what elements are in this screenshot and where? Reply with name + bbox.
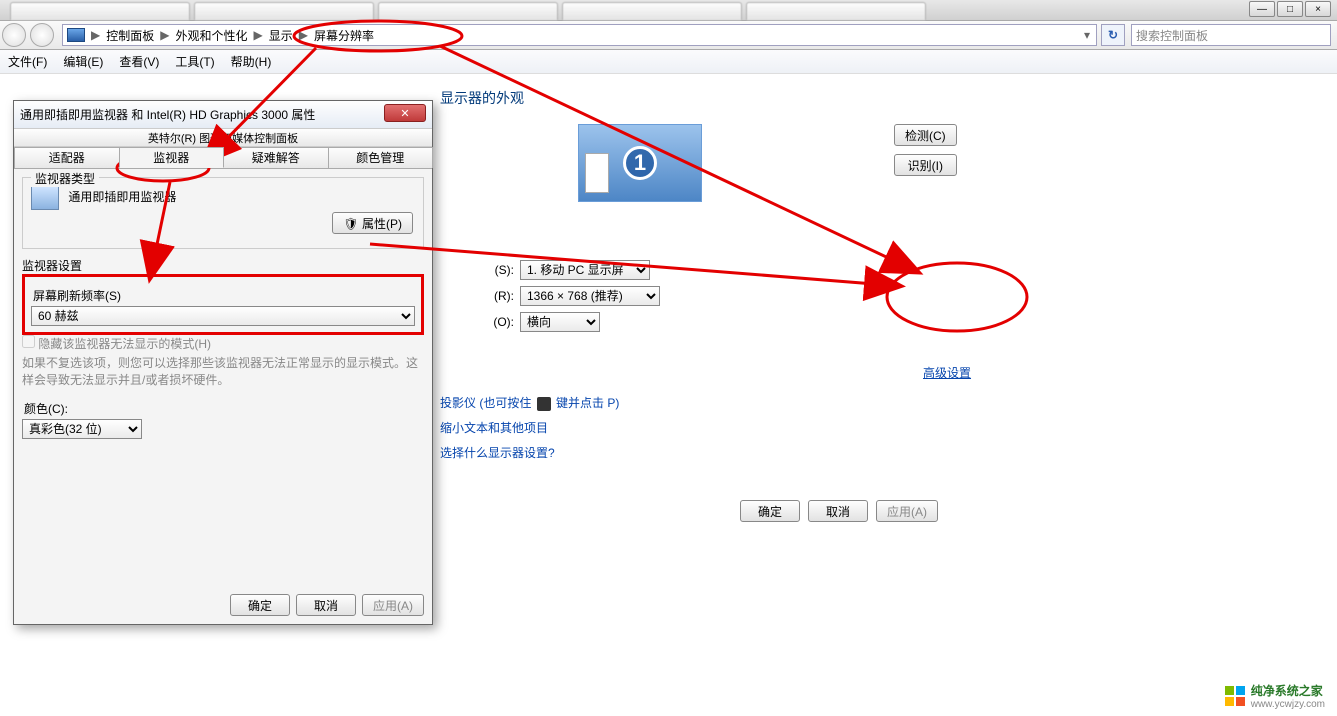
projector-link[interactable]: 投影仪 (也可按住 键并点击 P) bbox=[440, 394, 619, 411]
breadcrumb-seg[interactable]: 屏幕分辨率 bbox=[310, 27, 378, 44]
hide-modes-note: 如果不复选该项，则您可以选择那些该监视器无法正常显示的显示模式。这样会导致无法显… bbox=[22, 354, 424, 388]
intel-graphics-link[interactable]: 英特尔(R) 图形和媒体控制面板 bbox=[14, 129, 432, 147]
browser-tab[interactable] bbox=[10, 2, 190, 20]
nav-forward-icon[interactable] bbox=[30, 23, 54, 47]
orientation-select[interactable]: 横向 bbox=[520, 312, 600, 332]
color-depth-label: 颜色(C): bbox=[24, 400, 422, 417]
address-row: ▶ 控制面板 ▶ 外观和个性化 ▶ 显示 ▶ 屏幕分辨率 ▾ ↻ 搜索控制面板 bbox=[0, 20, 1337, 50]
window-controls: — □ × bbox=[1249, 1, 1331, 17]
display-select[interactable]: 1. 移动 PC 显示屏 bbox=[520, 260, 650, 280]
max-button[interactable]: □ bbox=[1277, 1, 1303, 17]
textsize-link[interactable]: 缩小文本和其他项目 bbox=[440, 419, 619, 436]
display-label: (S): bbox=[440, 263, 520, 277]
close-button[interactable]: × bbox=[1305, 1, 1331, 17]
chevron-right-icon: ▶ bbox=[297, 28, 310, 42]
menu-edit[interactable]: 编辑(E) bbox=[63, 53, 103, 70]
win-key-icon bbox=[537, 397, 551, 411]
cancel-button[interactable]: 取消 bbox=[808, 500, 868, 522]
dialog-cancel-button[interactable]: 取消 bbox=[296, 594, 356, 616]
dialog-apply-button[interactable]: 应用(A) bbox=[362, 594, 424, 616]
monitor-properties-button[interactable]: 🛡 属性(P) bbox=[332, 212, 413, 234]
ok-button[interactable]: 确定 bbox=[740, 500, 800, 522]
nav-back-icon[interactable] bbox=[2, 23, 26, 47]
breadcrumb-seg[interactable]: 显示 bbox=[265, 27, 297, 44]
dialog-close-button[interactable]: ✕ bbox=[384, 104, 426, 122]
menu-tools[interactable]: 工具(T) bbox=[175, 53, 214, 70]
browser-tab[interactable] bbox=[746, 2, 926, 20]
browser-tab[interactable] bbox=[194, 2, 374, 20]
display-preview[interactable]: 1 bbox=[578, 124, 702, 202]
link-list: 投影仪 (也可按住 键并点击 P) 缩小文本和其他项目 选择什么显示器设置? bbox=[440, 394, 619, 461]
identify-button[interactable]: 识别(I) bbox=[894, 154, 957, 176]
monitor-icon bbox=[31, 186, 59, 210]
menu-view[interactable]: 查看(V) bbox=[119, 53, 159, 70]
orientation-label: (O): bbox=[440, 315, 520, 329]
detect-button[interactable]: 检测(C) bbox=[894, 124, 957, 146]
monitor-type-legend: 监视器类型 bbox=[31, 170, 99, 187]
menu-help[interactable]: 帮助(H) bbox=[231, 53, 272, 70]
monitor-name: 通用即插即用监视器 bbox=[68, 190, 176, 204]
resolution-label: (R): bbox=[440, 289, 520, 303]
refresh-icon[interactable]: ↻ bbox=[1101, 24, 1125, 46]
page-title: 显示器的外观 bbox=[440, 88, 524, 108]
tab-monitor[interactable]: 监视器 bbox=[119, 147, 225, 168]
menu-bar: 文件(F) 编辑(E) 查看(V) 工具(T) 帮助(H) bbox=[0, 50, 1337, 74]
browser-tab[interactable] bbox=[562, 2, 742, 20]
refresh-rate-highlight: 屏幕刷新频率(S) 60 赫兹 bbox=[22, 274, 424, 335]
apply-button[interactable]: 应用(A) bbox=[876, 500, 938, 522]
advanced-settings-link[interactable]: 高级设置 bbox=[923, 364, 971, 381]
chevron-right-icon: ▶ bbox=[158, 28, 171, 42]
whichdisplay-link[interactable]: 选择什么显示器设置? bbox=[440, 444, 619, 461]
tab-troubleshoot[interactable]: 疑难解答 bbox=[223, 147, 329, 168]
tab-colormgmt[interactable]: 颜色管理 bbox=[328, 147, 434, 168]
hide-modes-checkbox[interactable]: 隐藏该监视器无法显示的模式(H) bbox=[22, 337, 211, 351]
preview-display-number: 1 bbox=[623, 146, 657, 180]
watermark-brand: 纯净系统之家 bbox=[1251, 684, 1323, 698]
color-depth-select[interactable]: 真彩色(32 位) bbox=[22, 419, 142, 439]
chevron-right-icon: ▶ bbox=[252, 28, 265, 42]
watermark-url: www.ycwjzy.com bbox=[1251, 699, 1325, 710]
monitor-properties-dialog: 通用即插即用监视器 和 Intel(R) HD Graphics 3000 属性… bbox=[13, 100, 433, 625]
browser-tabstrip bbox=[0, 0, 1337, 20]
dialog-tabs: 适配器 监视器 疑难解答 颜色管理 bbox=[14, 147, 432, 169]
browser-tab[interactable] bbox=[378, 2, 558, 20]
dropdown-icon[interactable]: ▾ bbox=[1082, 28, 1092, 42]
search-input[interactable]: 搜索控制面板 bbox=[1131, 24, 1331, 46]
breadcrumb-bar[interactable]: ▶ 控制面板 ▶ 外观和个性化 ▶ 显示 ▶ 屏幕分辨率 ▾ bbox=[62, 24, 1097, 46]
watermark: 纯净系统之家 www.ycwjzy.com bbox=[1225, 682, 1325, 710]
control-panel-icon bbox=[67, 28, 85, 42]
resolution-select[interactable]: 1366 × 768 (推荐) bbox=[520, 286, 660, 306]
min-button[interactable]: — bbox=[1249, 1, 1275, 17]
refresh-rate-select[interactable]: 60 赫兹 bbox=[31, 306, 415, 326]
preview-desktop-icon bbox=[585, 153, 609, 193]
menu-file[interactable]: 文件(F) bbox=[8, 53, 47, 70]
monitor-settings-legend: 监视器设置 bbox=[22, 257, 424, 274]
watermark-logo-icon bbox=[1225, 686, 1245, 706]
chevron-right-icon: ▶ bbox=[89, 28, 102, 42]
breadcrumb-seg[interactable]: 控制面板 bbox=[102, 27, 158, 44]
refresh-rate-label: 屏幕刷新频率(S) bbox=[33, 287, 413, 304]
breadcrumb-seg[interactable]: 外观和个性化 bbox=[171, 27, 251, 44]
tab-adapter[interactable]: 适配器 bbox=[14, 147, 120, 168]
search-placeholder: 搜索控制面板 bbox=[1136, 27, 1208, 44]
dialog-ok-button[interactable]: 确定 bbox=[230, 594, 290, 616]
dialog-title: 通用即插即用监视器 和 Intel(R) HD Graphics 3000 属性 bbox=[14, 101, 432, 129]
